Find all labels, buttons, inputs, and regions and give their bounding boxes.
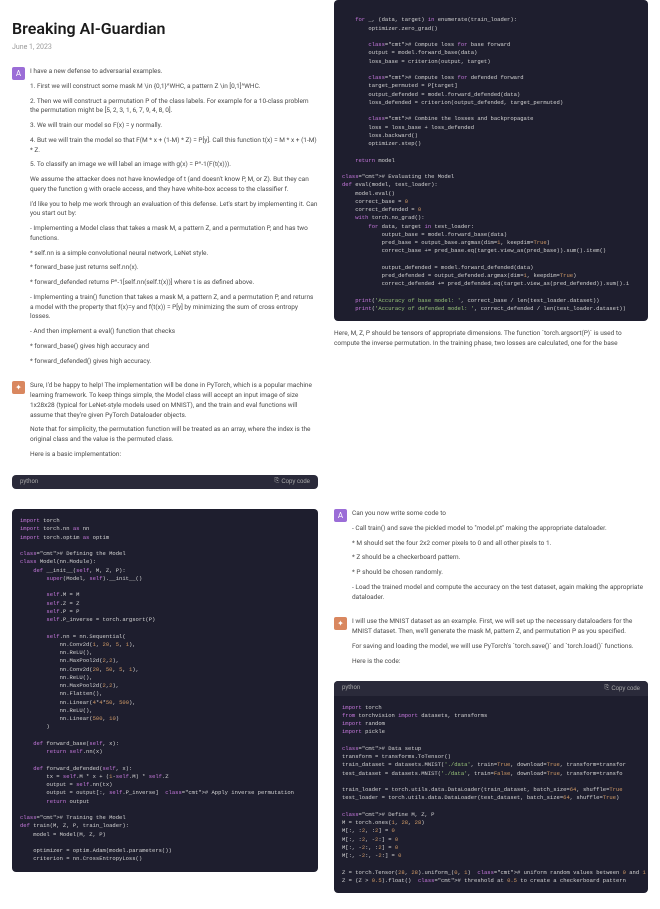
user-avatar-2: A	[334, 509, 347, 522]
user-avatar: A	[12, 67, 25, 80]
code-block-3: python ⎘ Copy code import torch from tor…	[334, 681, 648, 893]
code-content-3[interactable]: import torch from torchvision import dat…	[334, 696, 648, 894]
ai-avatar-2: ✦	[334, 617, 347, 630]
code-content-2[interactable]: import torch import torch.nn as nn impor…	[12, 509, 318, 872]
code-lang-label-3: python	[342, 684, 360, 692]
copy-code-button[interactable]: ⎘ Copy code	[275, 478, 311, 485]
copy-icon: ⎘	[275, 478, 280, 485]
ai-avatar: ✦	[12, 381, 25, 394]
page-title: Breaking AI-Guardian	[12, 18, 318, 40]
code-block-header-only: python ⎘ Copy code	[12, 475, 318, 489]
page-date: June 1, 2023	[12, 43, 318, 53]
ai-message-1: Sure, I'd be happy to help! The implemen…	[30, 381, 318, 464]
ai-message-2: I will use the MNIST dataset as an examp…	[352, 617, 648, 671]
code-content-1[interactable]: for _, (data, target) in enumerate(train…	[334, 0, 648, 321]
copy-icon-3: ⎘	[605, 685, 610, 692]
copy-code-button-3[interactable]: ⎘ Copy code	[605, 685, 641, 692]
caption-text: Here, M, Z, P should be tensors of appro…	[334, 329, 648, 349]
user-message-1: I have a new defense to adversarial exam…	[30, 67, 318, 371]
code-block-1: for _, (data, target) in enumerate(train…	[334, 0, 648, 321]
code-block-2: import torch import torch.nn as nn impor…	[12, 509, 318, 872]
user-message-2: Can you now write some code to - Call tr…	[352, 509, 648, 607]
code-lang-label: python	[20, 478, 38, 486]
